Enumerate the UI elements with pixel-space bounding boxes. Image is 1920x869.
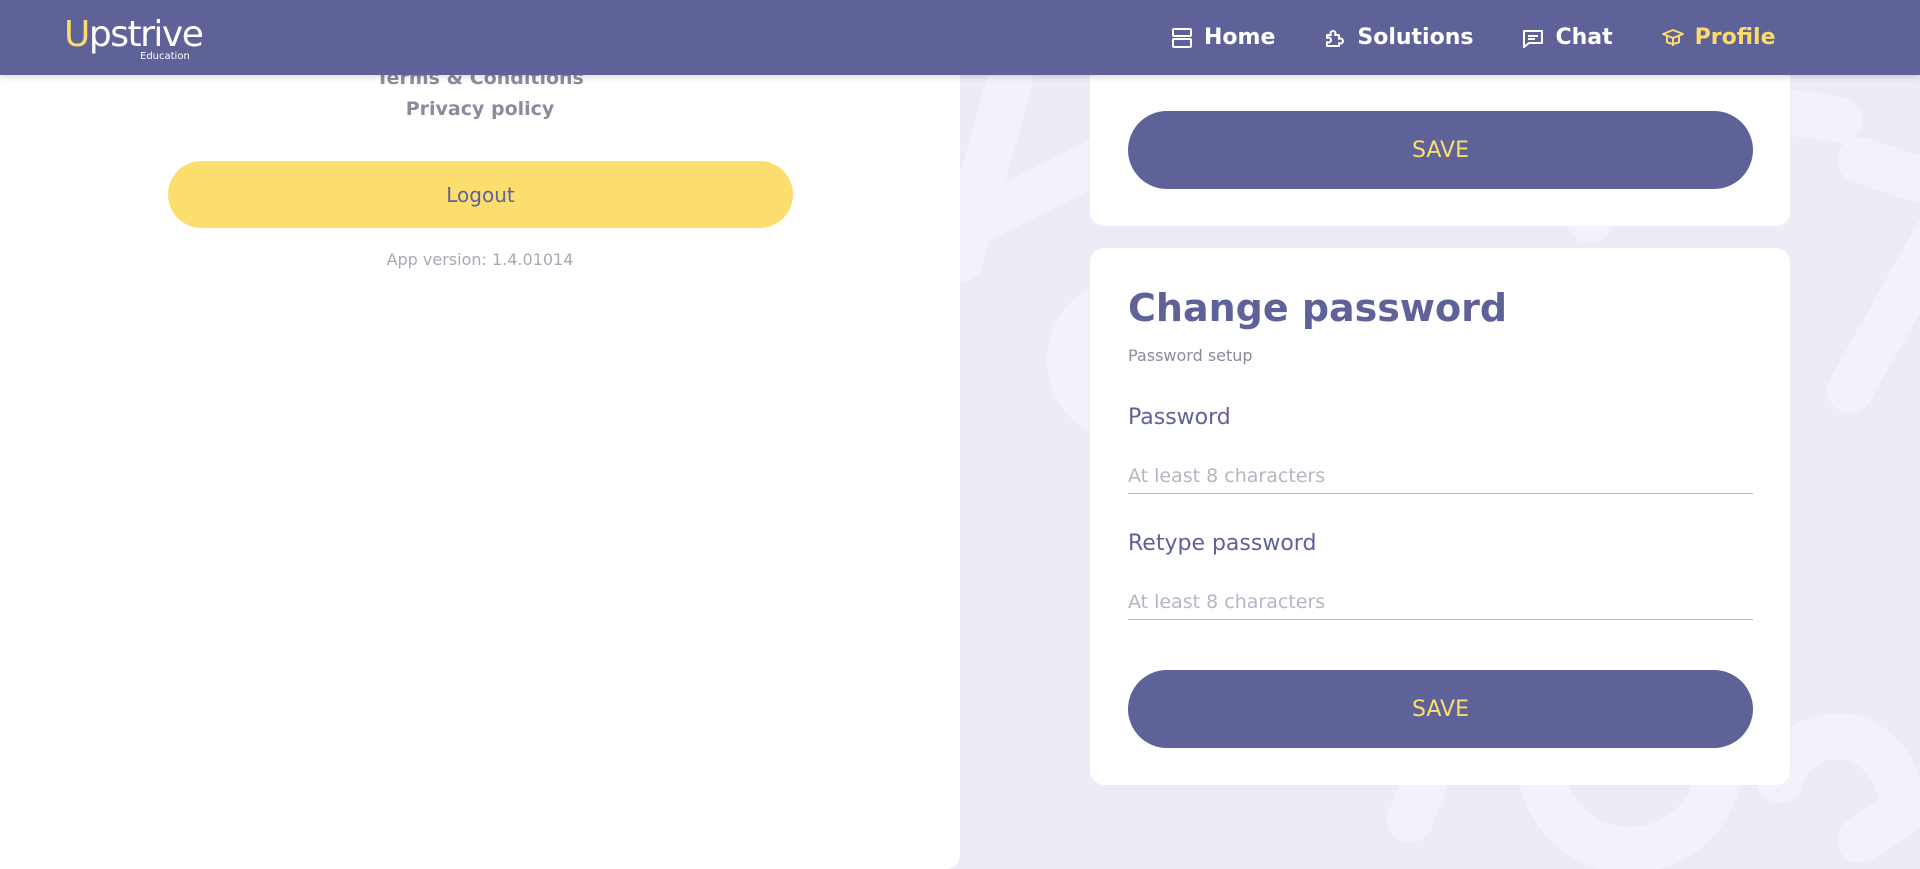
top-navigation-bar: Upstrive Education Home Solutions Chat P…	[0, 0, 1920, 75]
graduation-cap-icon	[1661, 26, 1685, 50]
retype-password-field[interactable]	[1128, 584, 1753, 620]
home-icon	[1170, 26, 1194, 50]
privacy-policy-link[interactable]: Privacy policy	[0, 98, 960, 120]
change-password-card: Change password Password setup Password …	[1090, 248, 1790, 785]
logo-subtitle: Education	[140, 51, 190, 62]
main-nav: Home Solutions Chat Profile	[1170, 0, 1824, 75]
settings-card: SAVE	[1090, 60, 1790, 226]
nav-label-chat: Chat	[1555, 25, 1613, 50]
password-label: Password	[1128, 405, 1231, 430]
logout-button[interactable]: Logout	[168, 161, 793, 228]
logo-wordmark: Upstrive	[64, 14, 204, 55]
nav-label-profile: Profile	[1694, 25, 1776, 50]
app-version-text: App version: 1.4.01014	[386, 250, 574, 269]
chat-icon	[1521, 26, 1545, 50]
nav-item-solutions[interactable]: Solutions	[1323, 25, 1473, 50]
profile-side-panel: Terms & Conditions Privacy policy Logout…	[0, 67, 960, 869]
nav-item-home[interactable]: Home	[1170, 25, 1275, 50]
change-password-title: Change password	[1128, 286, 1508, 330]
save-settings-button[interactable]: SAVE	[1128, 111, 1753, 189]
nav-label-home: Home	[1204, 25, 1276, 50]
save-password-button[interactable]: SAVE	[1128, 670, 1753, 748]
nav-item-profile[interactable]: Profile	[1661, 25, 1776, 50]
upstrive-logo[interactable]: Upstrive Education	[64, 10, 204, 66]
nav-label-solutions: Solutions	[1357, 25, 1474, 50]
nav-item-chat[interactable]: Chat	[1521, 25, 1613, 50]
puzzle-icon	[1323, 26, 1347, 50]
retype-password-label: Retype password	[1128, 531, 1317, 556]
password-field[interactable]	[1128, 458, 1753, 494]
password-setup-subtitle: Password setup	[1128, 346, 1253, 365]
